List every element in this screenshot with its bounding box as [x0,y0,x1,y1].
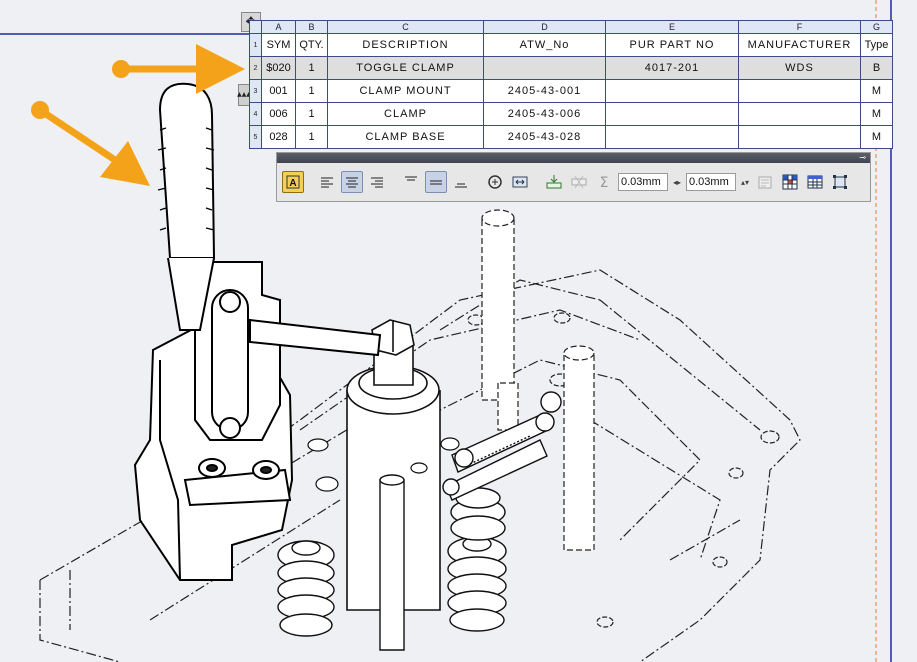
table-button[interactable] [804,171,826,193]
cell-pur-part-no[interactable] [605,125,739,149]
text-frame-button[interactable]: A [282,171,304,193]
delete-row-button[interactable] [568,171,590,193]
svg-text:A: A [289,178,296,189]
row-number[interactable]: 4 [249,102,262,126]
cell-type[interactable]: M [860,79,893,103]
table-header-row: 1 SYM QTY. DESCRIPTION ATW_No PUR PART N… [249,33,893,57]
column-letter-row: A B C D E F G [249,20,893,34]
insert-row-icon [546,175,562,189]
cell-atw-no[interactable]: 2405-43-028 [483,125,606,149]
corner-cell[interactable] [249,20,262,34]
table-row[interactable]: 4 006 1 CLAMP 2405-43-006 M [249,102,893,126]
svg-text:Σ: Σ [600,175,609,189]
text-frame-icon: A [286,175,300,189]
properties-button[interactable] [754,171,776,193]
valign-top-button[interactable] [400,171,422,193]
table-row[interactable]: 5 028 1 CLAMP BASE 2405-43-028 M [249,125,893,149]
table-row[interactable]: 2 $020 1 TOGGLE CLAMP 4017-201 WDS B [249,56,893,80]
header-pur-part-no[interactable]: PUR PART NO [605,33,739,57]
col-letter-e[interactable]: E [605,20,739,34]
insert-row-button[interactable] [543,171,565,193]
table-icon [807,175,823,189]
header-qty[interactable]: QTY. [295,33,328,57]
cell-pur-part-no[interactable] [605,102,739,126]
vertical-margin-input[interactable] [686,173,736,191]
header-description[interactable]: DESCRIPTION [327,33,484,57]
cell-manufacturer[interactable] [738,79,861,103]
align-left-button[interactable] [316,171,338,193]
properties-icon [758,176,772,189]
toolbar-row: A Σ 0.03mm ◂▸ 0.03mm ▴▾ [277,163,870,201]
header-type[interactable]: Type [860,33,893,57]
row-number[interactable]: 1 [249,33,262,57]
cell-manufacturer[interactable] [738,125,861,149]
table-edit-toolbar: ⊸ A Σ 0.03mm ◂▸ 0.03mm ▴▾ [276,152,871,202]
valign-bottom-button[interactable] [450,171,472,193]
col-letter-f[interactable]: F [738,20,861,34]
cell-atw-no[interactable]: 2405-43-006 [483,102,606,126]
sum-button[interactable]: Σ [593,171,615,193]
horizontal-margin-spinner[interactable]: ◂▸ [671,178,683,187]
fit-columns-icon [512,176,528,188]
valign-bottom-icon [455,183,467,188]
valign-top-icon [405,176,417,181]
cell-sym[interactable]: $020 [261,56,296,80]
cell-sym[interactable]: 006 [261,102,296,126]
fit-frame-button[interactable] [829,171,851,193]
transpose-button[interactable] [484,171,506,193]
cell-qty[interactable]: 1 [295,102,328,126]
align-center-button[interactable] [341,171,363,193]
cell-qty[interactable]: 1 [295,125,328,149]
cell-qty[interactable]: 1 [295,56,328,80]
cell-pur-part-no[interactable]: 4017-201 [605,56,739,80]
cell-description[interactable]: TOGGLE CLAMP [327,56,484,80]
cell-qty[interactable]: 1 [295,79,328,103]
valign-middle-button[interactable] [425,171,447,193]
fit-columns-button[interactable] [509,171,531,193]
row-number[interactable]: 2 [249,56,262,80]
cell-type[interactable]: M [860,125,893,149]
valve-stems [379,474,405,651]
horizontal-margin-input[interactable] [618,173,668,191]
row-number[interactable]: 3 [249,79,262,103]
cell-description[interactable]: CLAMP [327,102,484,126]
cell-manufacturer[interactable] [738,102,861,126]
delete-row-icon [571,175,587,189]
valign-middle-icon [430,180,442,185]
vertical-margin-spinner[interactable]: ▴▾ [739,178,751,187]
cell-atw-no[interactable] [483,56,606,80]
col-letter-a[interactable]: A [261,20,296,34]
transpose-icon [488,175,502,189]
col-letter-g[interactable]: G [860,20,893,34]
align-left-icon [321,177,333,188]
align-right-button[interactable] [366,171,388,193]
grid-colored-icon [782,174,798,190]
row-number[interactable]: 5 [249,125,262,149]
pin-icon[interactable]: ⊸ [859,153,866,163]
bill-of-materials-table[interactable]: A B C D E F G 1 SYM QTY. DESCRIPTION ATW… [249,20,893,149]
align-right-icon [371,177,383,188]
cell-sym[interactable]: 028 [261,125,296,149]
cell-atw-no[interactable]: 2405-43-001 [483,79,606,103]
header-atw-no[interactable]: ATW_No [483,33,606,57]
header-manufacturer[interactable]: MANUFACTURER [738,33,861,57]
toolbar-titlebar[interactable]: ⊸ [277,153,870,163]
fit-frame-icon [833,175,847,189]
cell-pur-part-no[interactable] [605,79,739,103]
col-letter-c[interactable]: C [327,20,484,34]
cell-sym[interactable]: 001 [261,79,296,103]
col-letter-b[interactable]: B [295,20,328,34]
sigma-icon: Σ [600,175,609,189]
cell-description[interactable]: CLAMP MOUNT [327,79,484,103]
colored-grid-button[interactable] [779,171,801,193]
table-row[interactable]: 3 001 1 CLAMP MOUNT 2405-43-001 M [249,79,893,103]
cell-type[interactable]: B [860,56,893,80]
arrow-head-2 [100,141,150,186]
cell-manufacturer[interactable]: WDS [738,56,861,80]
header-sym[interactable]: SYM [261,33,296,57]
col-letter-d[interactable]: D [483,20,606,34]
cell-type[interactable]: M [860,102,893,126]
cell-description[interactable]: CLAMP BASE [327,125,484,149]
align-center-icon [346,177,358,188]
